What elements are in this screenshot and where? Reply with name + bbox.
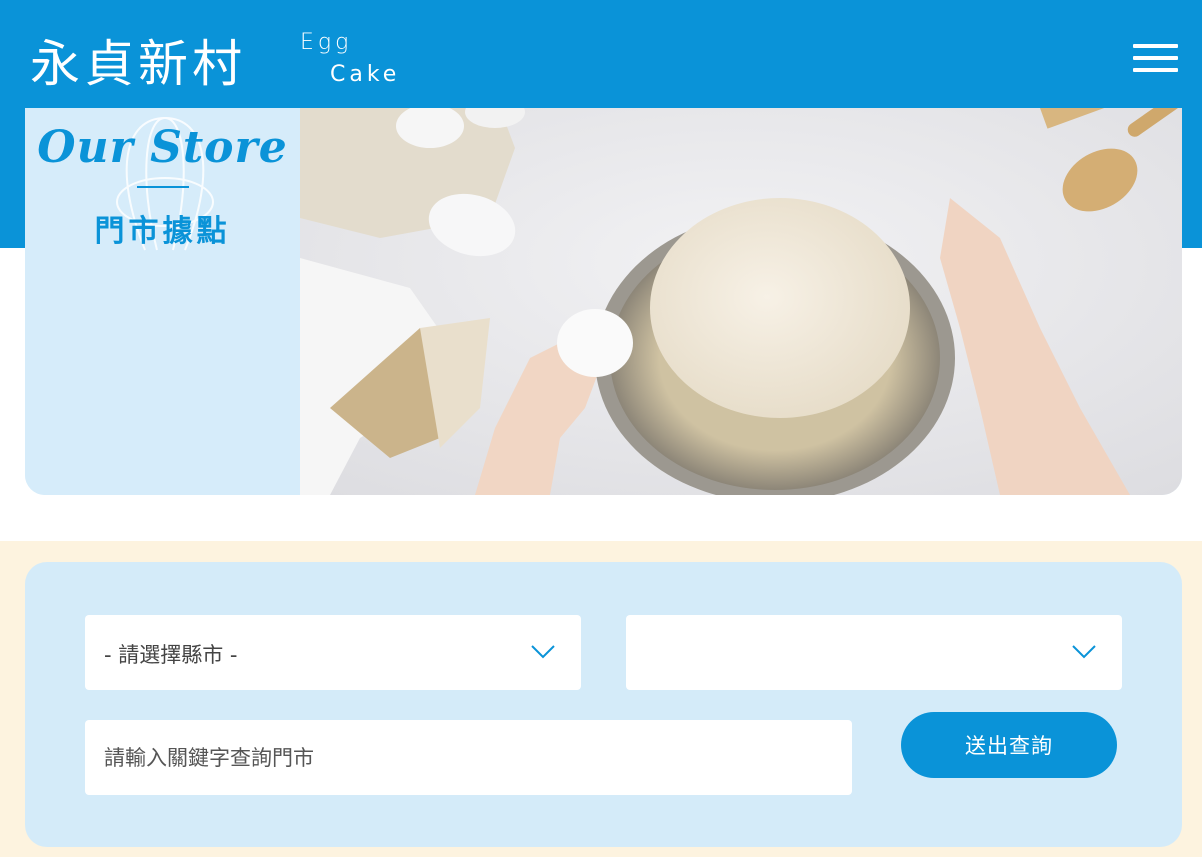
page: 永貞新村 Egg Cake Our Store 門市據點 - 請選擇縣市 - 請… (0, 0, 1202, 857)
city-select[interactable]: - 請選擇縣市 - (85, 615, 581, 690)
submit-search-button[interactable]: 送出查詢 (901, 712, 1117, 778)
city-select-value: - 請選擇縣市 - (104, 643, 238, 667)
logo-cake-text: Cake (330, 62, 401, 87)
site-header: 永貞新村 Egg Cake (0, 0, 1202, 108)
hero-side-panel: Our Store 門市據點 (25, 108, 300, 495)
chevron-down-icon (1072, 645, 1096, 659)
hamburger-menu-icon[interactable] (1130, 40, 1180, 76)
logo-egg-text: Egg (300, 30, 353, 55)
search-card (25, 562, 1182, 847)
baking-photo (300, 108, 1182, 495)
keyword-search-input[interactable] (85, 720, 852, 795)
logo-chinese-text: 永貞新村 (30, 35, 246, 93)
chevron-down-icon (531, 645, 555, 659)
district-select[interactable] (626, 615, 1122, 690)
hero-banner: Our Store 門市據點 (25, 108, 1182, 495)
hero-title-en: Our Store (37, 122, 288, 173)
hero-divider (137, 186, 189, 188)
hero-title-cn: 門市據點 (94, 214, 231, 249)
